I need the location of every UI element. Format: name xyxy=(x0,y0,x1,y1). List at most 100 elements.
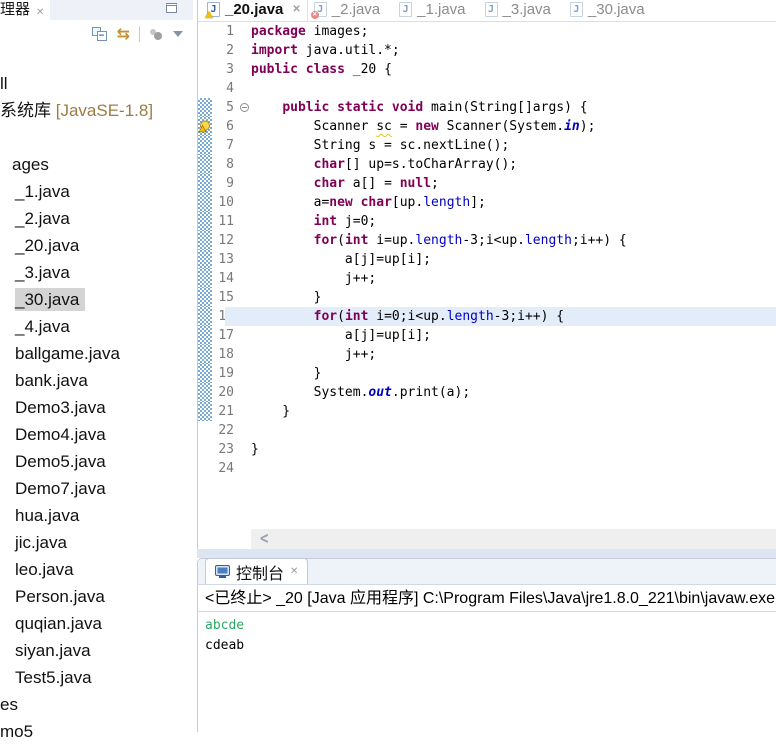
keyword-token: class xyxy=(305,62,345,77)
console-output[interactable]: abcde cdeab xyxy=(198,612,776,656)
explorer-item[interactable]: _3.java xyxy=(0,259,193,286)
close-icon[interactable]: ✕ xyxy=(290,566,298,578)
explorer-item[interactable]: siyan.java xyxy=(0,637,193,664)
editor-area: J _20.java ✕ J ✕ _2.java J _1.java J _3.java J _30.… xyxy=(197,0,776,551)
explorer-item[interactable]: _1.java xyxy=(0,178,193,205)
focus-on-active-task-icon[interactable] xyxy=(149,28,164,41)
console-output-line: cdeab xyxy=(205,638,245,653)
code-line-content: a[j]=up[i]; xyxy=(238,326,776,345)
line-number: 20 xyxy=(218,385,234,400)
code-line[interactable]: 15 } xyxy=(198,288,776,307)
explorer-item[interactable]: leo.java xyxy=(0,556,193,583)
explorer-item-label: Demo7.java xyxy=(15,479,106,498)
horizontal-scrollbar[interactable]: < xyxy=(251,529,776,549)
explorer-item[interactable]: ll xyxy=(0,70,193,97)
explorer-item[interactable]: 系统库 [JavaSE-1.8] xyxy=(0,97,193,124)
code-token: i=0;i<up. xyxy=(368,309,447,324)
explorer-item[interactable]: es xyxy=(0,691,193,718)
minimize-icon[interactable] xyxy=(166,3,177,13)
explorer-item[interactable]: Demo3.java xyxy=(0,394,193,421)
code-token: Scanner(System. xyxy=(438,119,565,134)
code-editor[interactable]: 1 package images; 2 import java.util.*; 3 pub… xyxy=(198,22,776,478)
code-line[interactable]: 22 xyxy=(198,421,776,440)
code-line-content: int j=0; xyxy=(238,212,776,231)
code-line[interactable]: 1 package images; xyxy=(198,22,776,41)
code-line[interactable]: 16 for(int i=0;i<up.length-3;i++) { xyxy=(198,307,776,326)
annotation-column xyxy=(198,402,212,421)
fold-column xyxy=(238,60,251,79)
code-line[interactable]: 2 import java.util.*; xyxy=(198,41,776,60)
explorer-item[interactable]: jic.java xyxy=(0,529,193,556)
collapse-all-icon[interactable]: − xyxy=(91,26,108,42)
keyword-token: package xyxy=(251,24,306,39)
explorer-item[interactable]: _30.java xyxy=(0,286,193,313)
code-line[interactable]: 11 int j=0; xyxy=(198,212,776,231)
explorer-item[interactable]: _20.java xyxy=(0,232,193,259)
explorer-item[interactable]: bank.java xyxy=(0,367,193,394)
code-line[interactable]: 18 j++; xyxy=(198,345,776,364)
editor-console-sash[interactable] xyxy=(197,549,776,558)
code-text: } xyxy=(251,364,322,383)
code-line[interactable]: 13 a[j]=up[i]; xyxy=(198,250,776,269)
code-line[interactable]: 21 } xyxy=(198,402,776,421)
keyword-token: for xyxy=(313,309,338,324)
explorer-item[interactable]: Demo4.java xyxy=(0,421,193,448)
explorer-item-label: jic.java xyxy=(15,533,67,552)
code-line[interactable]: 12 for(int i=up.length-3;i<up.length;i++… xyxy=(198,231,776,250)
code-line[interactable]: 4 xyxy=(198,79,776,98)
code-line[interactable]: 20 System.out.print(a); xyxy=(198,383,776,402)
code-line[interactable]: 19 } xyxy=(198,364,776,383)
code-line[interactable]: 7 String s = sc.nextLine(); xyxy=(198,136,776,155)
console-tab[interactable]: 控制台 ✕ xyxy=(205,558,309,584)
code-token: = xyxy=(391,119,416,134)
code-line[interactable]: 3 public class _20 { xyxy=(198,60,776,79)
fold-column xyxy=(238,326,251,345)
explorer-item[interactable]: _4.java xyxy=(0,313,193,340)
explorer-item[interactable]: quqian.java xyxy=(0,610,193,637)
explorer-item-label xyxy=(0,126,6,149)
scroll-left-icon[interactable]: < xyxy=(260,530,268,548)
code-line[interactable]: 23} xyxy=(198,440,776,459)
keyword-token: import xyxy=(251,43,298,58)
code-line[interactable]: 9 char a[] = null; xyxy=(198,174,776,193)
fold-column xyxy=(238,402,251,421)
editor-tab[interactable]: J _20.java ✕ xyxy=(201,0,308,21)
code-line[interactable]: 17 a[j]=up[i]; xyxy=(198,326,776,345)
close-icon[interactable]: ✕ xyxy=(36,7,44,19)
code-text: a[j]=up[i]; xyxy=(251,326,431,345)
package-explorer-tab[interactable]: 理器 ✕ xyxy=(0,0,51,20)
explorer-item[interactable]: ballgame.java xyxy=(0,340,193,367)
keyword-token: int xyxy=(344,233,369,248)
explorer-item[interactable]: ages xyxy=(0,151,193,178)
view-menu-icon[interactable] xyxy=(173,31,183,37)
fold-collapse-icon[interactable] xyxy=(240,103,249,112)
code-token: } xyxy=(251,290,322,305)
code-line[interactable]: 24 xyxy=(198,459,776,478)
explorer-item[interactable] xyxy=(0,124,193,151)
code-line[interactable]: 10 a=new char[up.length]; xyxy=(198,193,776,212)
explorer-item[interactable]: Demo7.java xyxy=(0,475,193,502)
annotation-column xyxy=(198,212,212,231)
java-file-icon: J xyxy=(205,2,220,18)
fold-column xyxy=(238,98,251,117)
editor-tab[interactable]: J _1.java xyxy=(393,0,478,21)
explorer-item[interactable]: Person.java xyxy=(0,583,193,610)
editor-tab[interactable]: J _30.java xyxy=(564,0,658,21)
code-line[interactable]: 5 public static void main(String[]args) … xyxy=(198,98,776,117)
editor-tab[interactable]: J _3.java xyxy=(479,0,564,21)
annotation-column xyxy=(198,193,212,212)
explorer-item[interactable]: _2.java xyxy=(0,205,193,232)
explorer-item[interactable]: Demo5.java xyxy=(0,448,193,475)
line-number: 10 xyxy=(218,195,234,210)
code-line[interactable]: 14 j++; xyxy=(198,269,776,288)
explorer-item[interactable]: Test5.java xyxy=(0,664,193,691)
code-line-content: j++; xyxy=(238,269,776,288)
tab-close-icon[interactable]: ✕ xyxy=(292,4,300,15)
code-line[interactable]: 6 Scanner sc = new Scanner(System.in); xyxy=(198,117,776,136)
explorer-item[interactable]: hua.java xyxy=(0,502,193,529)
link-with-editor-icon[interactable]: ⇆ xyxy=(117,26,130,42)
code-line[interactable]: 8 char[] up=s.toCharArray(); xyxy=(198,155,776,174)
editor-tab[interactable]: J ✕ _2.java xyxy=(308,0,393,21)
